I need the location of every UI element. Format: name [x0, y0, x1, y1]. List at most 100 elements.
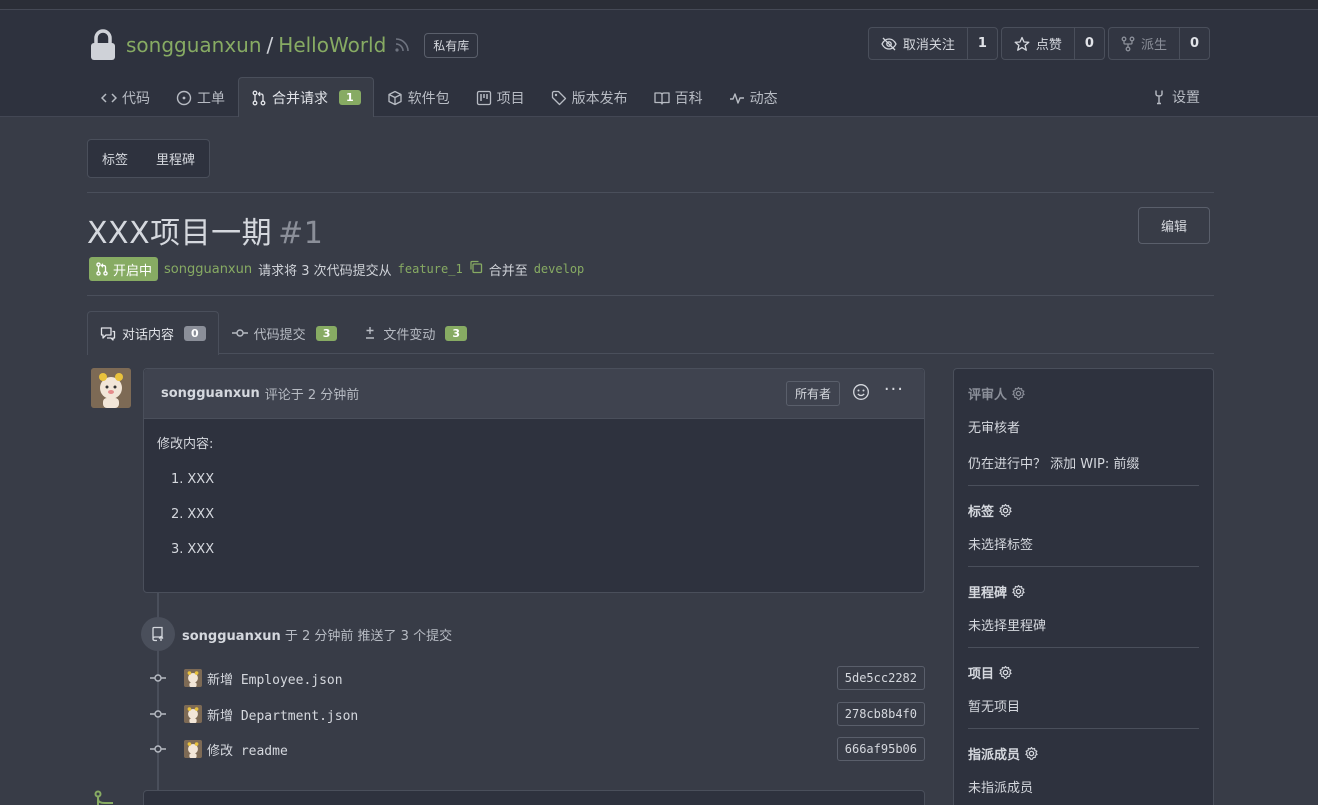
comment-header: songguanxun 评论于 2 分钟前 所有者 ··· — [144, 369, 924, 419]
projects-title: 项目 — [968, 667, 995, 682]
status-badge: 开启中 — [89, 257, 159, 281]
projects-value: 暂无项目 — [968, 700, 1021, 715]
files-changed-count: 3 — [445, 325, 468, 341]
reviewers-header[interactable]: 评审人 — [968, 384, 1199, 403]
fork-button[interactable]: 派生 — [1109, 28, 1179, 59]
emoji-reaction-icon[interactable] — [852, 383, 870, 405]
repo-name-link[interactable]: HelloWorld — [278, 33, 386, 57]
comment-author-link[interactable]: songguanxun — [161, 386, 260, 401]
repo-tabs: 代码 工单 合并请求 1 软件包 项目 版本发布 百科 动态 — [88, 77, 791, 117]
pulse-icon — [729, 92, 744, 104]
forks-count[interactable]: 0 — [1178, 28, 1209, 59]
labels-button[interactable]: 标签 — [88, 140, 142, 177]
avatar[interactable] — [184, 740, 202, 758]
tab-conversation-label: 对话内容 — [122, 328, 175, 343]
gear-icon — [1025, 746, 1038, 760]
commit-icon — [148, 744, 168, 754]
tab-releases[interactable]: 版本发布 — [538, 77, 641, 117]
list-item-number: 3. — [171, 542, 184, 557]
commit-message[interactable]: 新增 Department.json — [207, 705, 358, 724]
watchers-count[interactable]: 1 — [966, 28, 997, 59]
comment-intro: 修改内容: — [157, 437, 214, 452]
unwatch-group: 取消关注 1 — [867, 27, 998, 60]
labels-value: 未选择标签 — [968, 538, 1034, 553]
tab-releases-label: 版本发布 — [571, 90, 628, 107]
pr-number: #1 — [278, 216, 324, 251]
unwatch-label: 取消关注 — [902, 38, 955, 53]
pr-tabs: 对话内容 0 代码提交 3 文件变动 3 — [87, 311, 1214, 355]
commit-sha-button[interactable]: 5de5cc2282 — [836, 666, 925, 690]
tab-pull-requests[interactable]: 合并请求 1 — [238, 77, 374, 117]
comments-icon — [100, 326, 116, 341]
fork-group: 派生 0 — [1107, 27, 1210, 60]
comment-box: songguanxun 评论于 2 分钟前 所有者 ··· 修改内容: 1. XX… — [143, 368, 925, 593]
tab-files-changed[interactable]: 文件变动 3 — [350, 311, 480, 354]
pull-request-icon — [96, 262, 108, 276]
commit-sha-button[interactable]: 278cb8b4f0 — [836, 702, 925, 726]
sidebar: 评审人 无审核者 仍在进行中？ 添加 WIP: 前缀 标签 未选择标签 里程碑 … — [953, 368, 1214, 805]
edit-button[interactable]: 编辑 — [1138, 207, 1210, 244]
pr-meta-text-2: 合并至 — [488, 263, 528, 279]
eye-slash-icon — [881, 37, 897, 50]
avatar[interactable] — [91, 368, 131, 408]
commit-message[interactable]: 新增 Employee.json — [207, 669, 343, 688]
commit-row: 新增 Department.json 278cb8b4f0 — [148, 702, 925, 726]
tab-conversation[interactable]: 对话内容 0 — [87, 311, 219, 355]
labels-section: 标签 未选择标签 — [968, 486, 1199, 567]
copy-icon[interactable] — [469, 260, 483, 278]
commit-row: 新增 Employee.json 5de5cc2282 — [148, 666, 925, 690]
commit-message[interactable]: 修改 readme — [207, 740, 288, 759]
tab-packages[interactable]: 软件包 — [374, 77, 463, 117]
milestone-section: 里程碑 未选择里程碑 — [968, 567, 1199, 648]
list-item: 1. XXX — [171, 472, 911, 487]
list-item-number: 1. — [171, 472, 184, 487]
comment-time: 评论于 2 分钟前 — [264, 388, 360, 403]
conversation-count: 0 — [184, 326, 206, 341]
avatar[interactable] — [184, 669, 202, 687]
fork-label: 派生 — [1140, 38, 1167, 53]
tab-projects[interactable]: 项目 — [463, 77, 538, 117]
gear-icon — [999, 665, 1012, 679]
reviewers-value: 无审核者 — [968, 421, 1021, 436]
milestone-header[interactable]: 里程碑 — [968, 582, 1199, 601]
commit-sha-button[interactable]: 666af95b06 — [836, 737, 925, 761]
assignees-value: 未指派成员 — [968, 781, 1034, 796]
star-button[interactable]: 点赞 — [1002, 28, 1074, 59]
add-wip-prefix-link[interactable]: 添加 WIP: 前缀 — [1050, 457, 1139, 472]
tab-wiki[interactable]: 百科 — [641, 77, 716, 117]
assignees-section: 指派成员 未指派成员 — [968, 729, 1199, 805]
tab-commits[interactable]: 代码提交 3 — [219, 311, 351, 354]
pr-author-link[interactable]: songguanxun — [164, 262, 252, 277]
divider — [87, 192, 1214, 193]
tab-settings[interactable]: 设置 — [1151, 77, 1200, 117]
tag-icon — [551, 90, 566, 105]
pull-request-icon — [252, 90, 266, 105]
unwatch-button[interactable]: 取消关注 — [869, 28, 967, 59]
repo-title: songguanxun / HelloWorld 私有库 — [88, 26, 479, 64]
star-group: 点赞 0 — [1000, 27, 1105, 60]
avatar[interactable] — [184, 705, 202, 723]
projects-section: 项目 暂无项目 — [968, 648, 1199, 729]
tab-code[interactable]: 代码 — [88, 77, 163, 117]
labels-header[interactable]: 标签 — [968, 501, 1199, 520]
star-label: 点赞 — [1035, 38, 1062, 53]
tab-issues[interactable]: 工单 — [163, 77, 238, 117]
head-branch-link[interactable]: feature_1 — [398, 262, 463, 276]
push-author-link[interactable]: songguanxun — [182, 629, 281, 644]
wip-prefix: 仍在进行中？ — [968, 457, 1047, 472]
list-item-text: XXX — [187, 472, 215, 487]
projects-header[interactable]: 项目 — [968, 663, 1199, 682]
stars-count[interactable]: 0 — [1073, 28, 1104, 59]
reviewers-section: 评审人 无审核者 仍在进行中？ 添加 WIP: 前缀 — [968, 369, 1199, 486]
tab-code-label: 代码 — [122, 90, 150, 107]
pr-title-text: XXX项目一期 — [87, 216, 273, 251]
repo-owner-link[interactable]: songguanxun — [126, 33, 262, 57]
commits-count: 3 — [315, 325, 338, 341]
more-options-button[interactable]: ··· — [884, 379, 904, 400]
assignees-header[interactable]: 指派成员 — [968, 744, 1199, 763]
base-branch-link[interactable]: develop — [534, 262, 585, 276]
tab-activity-label: 动态 — [749, 90, 778, 107]
rss-icon[interactable] — [394, 37, 410, 53]
milestones-button[interactable]: 里程碑 — [142, 140, 209, 177]
tab-activity[interactable]: 动态 — [716, 77, 791, 117]
